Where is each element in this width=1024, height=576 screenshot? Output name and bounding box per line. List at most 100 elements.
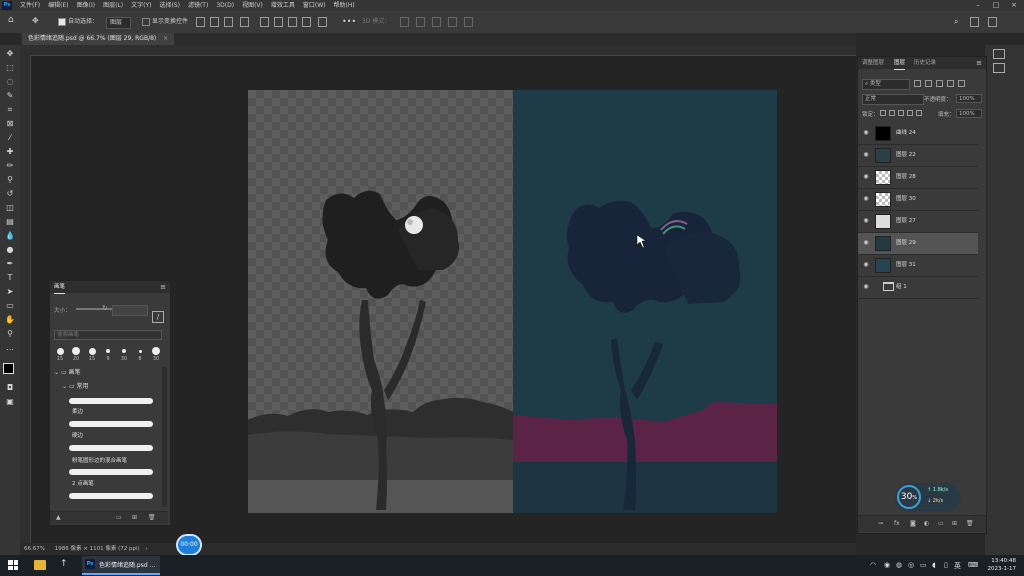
quick-select-tool-icon[interactable]: ✎ xyxy=(4,91,16,101)
fill-field[interactable]: 100% xyxy=(956,109,982,118)
brushes-tab[interactable]: 画笔 xyxy=(54,281,66,294)
home-icon[interactable]: ⌂ xyxy=(8,15,14,25)
document-info[interactable]: 1986 像素 × 1101 像素 (72 ppi) xyxy=(55,546,140,552)
layer-row[interactable]: ◉ 图层 27 xyxy=(858,211,978,233)
taskbar-photoshop-app[interactable]: Ps 色彩情绪追随.psd ... xyxy=(82,556,160,575)
share-icon[interactable] xyxy=(988,17,997,27)
visibility-eye-icon[interactable]: ◉ xyxy=(862,261,870,268)
visibility-eye-icon[interactable]: ◉ xyxy=(862,283,870,290)
show-transform-checkbox[interactable]: 显示变换控件 xyxy=(142,17,188,27)
auto-select-checkbox[interactable]: 自动选择： xyxy=(58,17,98,27)
dodge-tool-icon[interactable]: ● xyxy=(4,245,16,255)
menu-item[interactable]: 3D(D) xyxy=(212,0,238,11)
eraser-tool-icon[interactable]: ◫ xyxy=(4,203,16,213)
layer-row[interactable]: ◉ 图层 29 xyxy=(858,233,978,255)
layer-name[interactable]: 图层 28 xyxy=(896,167,916,188)
tab-layers[interactable]: 图层 xyxy=(894,57,906,70)
zoom-level[interactable]: 66.67% xyxy=(24,546,45,552)
3d-pan-icon[interactable] xyxy=(432,17,441,27)
delete-brush-icon[interactable]: 🗑 xyxy=(148,514,156,521)
brush-name-3[interactable]: 粉笔圆形边的混合画笔 xyxy=(72,456,127,464)
new-layer-icon[interactable]: ⊞ xyxy=(952,520,957,527)
healing-brush-tool-icon[interactable]: ✚ xyxy=(4,147,16,157)
layer-row[interactable]: ◉ 曲线 24 xyxy=(858,123,978,145)
layer-name[interactable]: 曲线 24 xyxy=(896,123,916,144)
layer-filter-dropdown[interactable]: ⌕ 类型 xyxy=(862,79,910,90)
close-window-button[interactable]: × xyxy=(1006,0,1022,11)
brush-stroke-preview-5[interactable] xyxy=(69,493,153,499)
layer-row[interactable]: ◉ 图层 28 xyxy=(858,167,978,189)
visibility-eye-icon[interactable]: ◉ xyxy=(862,195,870,202)
lock-position-icon[interactable] xyxy=(898,110,904,116)
distribute-left-icon[interactable] xyxy=(260,17,269,27)
align-center-icon[interactable] xyxy=(210,17,219,27)
new-group-icon[interactable]: ▭ xyxy=(938,520,944,527)
network-icon[interactable]: ▭ xyxy=(920,561,927,569)
volume-icon[interactable]: ◖ xyxy=(932,561,936,569)
shape-tool-icon[interactable]: ▭ xyxy=(4,301,16,311)
filter-adjustment-icon[interactable] xyxy=(925,80,932,87)
arrow-up-icon[interactable]: ↑ xyxy=(60,559,68,569)
filter-type-icon[interactable] xyxy=(936,80,943,87)
auto-select-dropdown[interactable]: 图层 xyxy=(106,17,132,29)
minimize-button[interactable]: – xyxy=(970,0,986,11)
lock-all-icon[interactable] xyxy=(916,110,922,116)
new-group-icon[interactable]: ▭ xyxy=(116,514,122,521)
pen-tool-icon[interactable]: ✒ xyxy=(4,259,16,269)
brush-stroke-preview-3[interactable] xyxy=(69,445,153,451)
gradient-tool-icon[interactable]: ▤ xyxy=(4,217,16,227)
visibility-eye-icon[interactable]: ◉ xyxy=(862,239,870,246)
menu-item[interactable]: 文件(F) xyxy=(16,0,44,11)
brush-stroke-preview-4[interactable] xyxy=(69,469,153,475)
align-top-icon[interactable] xyxy=(240,17,249,27)
brush-folder-root[interactable]: ⌄ ▭ 画笔 xyxy=(54,367,81,376)
filter-smart-object-icon[interactable] xyxy=(958,80,965,87)
brush-preview-size-icon[interactable]: ▲ xyxy=(56,514,61,521)
layer-style-icon[interactable]: fx xyxy=(894,520,900,527)
layer-name[interactable]: 图层 29 xyxy=(896,233,916,254)
brush-stroke-preview-2[interactable] xyxy=(69,421,153,427)
distribute-right-icon[interactable] xyxy=(288,17,297,27)
clock[interactable]: 13:40:48 2023-1-17 xyxy=(982,557,1016,573)
eyedropper-tool-icon[interactable]: ⁄ xyxy=(4,133,16,143)
lock-pixels-icon[interactable] xyxy=(889,110,895,116)
foreground-color-swatch[interactable] xyxy=(3,363,14,374)
filter-shape-icon[interactable] xyxy=(947,80,954,87)
distribute-bottom-icon[interactable] xyxy=(318,17,327,27)
brush-name-2[interactable]: 硬边 xyxy=(72,431,83,439)
menu-item[interactable]: 帮助(H) xyxy=(330,0,359,11)
artboard-right-edited[interactable] xyxy=(513,90,777,513)
start-button[interactable] xyxy=(8,560,18,570)
panel-menu-icon[interactable]: ≡ xyxy=(160,281,166,293)
brush-preset-dot[interactable] xyxy=(138,349,142,353)
tab-adjustments[interactable]: 调整图层 xyxy=(862,57,884,69)
artboard-left-original[interactable] xyxy=(248,90,513,513)
3d-slide-icon[interactable] xyxy=(448,17,457,27)
move-tool-icon[interactable]: ✥ xyxy=(32,16,39,26)
menu-item[interactable]: 滤镜(T) xyxy=(184,0,212,11)
new-brush-footer-icon[interactable]: ⊞ xyxy=(132,514,137,521)
recorder-timer[interactable]: 00:00 xyxy=(176,534,202,556)
brush-tool-icon[interactable]: ✏ xyxy=(4,161,16,171)
tray-app-icon-3[interactable]: ◎ xyxy=(908,561,914,569)
visibility-eye-icon[interactable]: ◉ xyxy=(862,129,870,136)
hand-tool-icon[interactable]: ✋ xyxy=(4,315,16,325)
brush-name-1[interactable]: 柔边 xyxy=(72,407,83,415)
tab-close-icon[interactable]: × xyxy=(163,35,168,42)
menu-item[interactable]: 图像(I) xyxy=(73,0,99,11)
menu-item[interactable]: 选择(S) xyxy=(155,0,184,11)
maximize-button[interactable]: □ xyxy=(988,0,1004,11)
visibility-eye-icon[interactable]: ◉ xyxy=(862,151,870,158)
screen-mode-icon[interactable]: ▣ xyxy=(4,397,16,407)
menu-item[interactable]: 图层(L) xyxy=(99,0,127,11)
brush-folder-sub[interactable]: ⌄ ▭ 常用 xyxy=(62,381,89,390)
file-explorer-icon[interactable] xyxy=(34,560,46,570)
blend-mode-dropdown[interactable]: 正常 xyxy=(862,94,924,105)
brush-size-field[interactable] xyxy=(112,305,148,316)
lock-transparency-icon[interactable] xyxy=(880,110,886,116)
layer-name[interactable]: 图层 27 xyxy=(896,211,916,232)
layers-panel-menu-icon[interactable]: ≡ xyxy=(976,57,982,69)
distribute-center-icon[interactable] xyxy=(274,17,283,27)
photoshop-logo-icon[interactable]: Ps xyxy=(2,1,12,10)
layer-row[interactable]: ◉ 组 1 xyxy=(858,277,978,299)
